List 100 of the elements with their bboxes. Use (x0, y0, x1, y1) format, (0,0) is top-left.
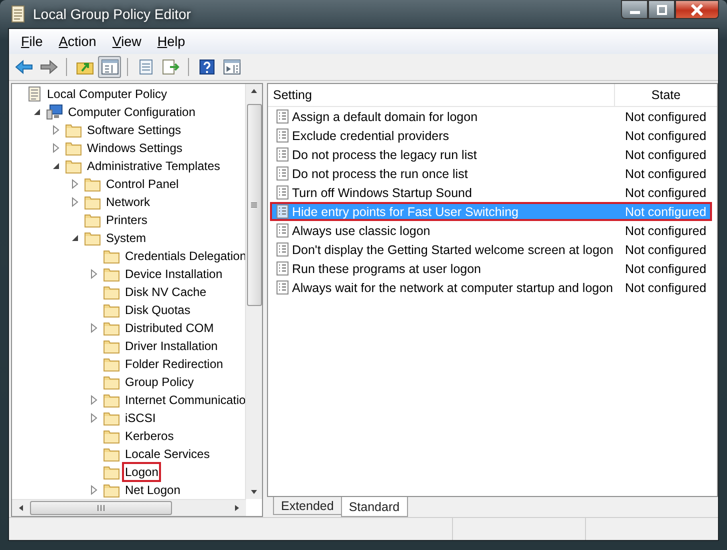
tree-item[interactable]: Disk Quotas (122, 300, 194, 320)
policy-row[interactable]: Always use classic logon Not configured (270, 221, 712, 240)
tree-item[interactable]: iSCSI (122, 408, 159, 428)
menu-item[interactable]: Action (50, 32, 104, 51)
setting-state: Not configured (624, 224, 708, 238)
collapsed-arrow-icon[interactable] (90, 323, 98, 333)
setting-name: Assign a default domain for logon (292, 110, 478, 124)
collapsed-arrow-icon[interactable] (90, 413, 98, 423)
folder-icon (103, 284, 120, 300)
policy-row[interactable]: Do not process the run once list Not configured (270, 164, 712, 183)
tree-toolbar-button[interactable] (98, 56, 121, 78)
view-tab[interactable]: Standard (340, 497, 408, 517)
setting-state: Not configured (624, 262, 708, 276)
grip-icon (97, 505, 105, 511)
policy-row[interactable]: Assign a default domain for logon Not configured (270, 107, 712, 126)
folder-icon (84, 194, 101, 210)
setting-name: Hide entry points for Fast User Switching (292, 204, 518, 218)
setting-state: Not configured (624, 204, 708, 218)
column-header[interactable]: Setting (268, 84, 615, 106)
folder-icon (65, 122, 82, 138)
folder-icon (103, 338, 120, 354)
collapsed-arrow-icon[interactable] (52, 143, 60, 153)
policy-row[interactable]: Exclude credential providers Not configured (270, 126, 712, 145)
setting-state: Not configured (624, 148, 708, 162)
setting-name: Always use classic logon (292, 224, 430, 238)
setting-icon (276, 261, 289, 276)
tree-item[interactable]: Control Panel (103, 174, 182, 194)
column-header[interactable]: State (615, 84, 717, 106)
policy-row[interactable]: Run these programs at user logon Not configured (270, 259, 712, 278)
policy-row[interactable]: Always wait for the network at computer startup and logon Not configured (270, 278, 712, 297)
menu-item[interactable]: View (104, 32, 150, 51)
setting-name: Don't display the Getting Started welcome screen at logon (292, 242, 614, 256)
tree-item[interactable]: Kerberos (122, 426, 177, 446)
setting-name: Turn off Windows Startup Sound (292, 186, 472, 200)
setting-icon (276, 223, 289, 238)
tree-item[interactable]: Logon (122, 462, 162, 482)
setting-state: Not configured (624, 110, 708, 124)
tree-item[interactable]: Computer Configuration (65, 102, 198, 122)
collapsed-arrow-icon[interactable] (90, 485, 98, 495)
close-button[interactable] (675, 0, 719, 19)
policy-row[interactable]: Don't display the Getting Started welcome screen at logon Not configured (270, 240, 712, 259)
folder-icon (103, 320, 120, 336)
collapsed-arrow-icon[interactable] (52, 125, 60, 135)
setting-name: Do not process the run once list (292, 166, 468, 180)
tree-item[interactable]: Windows Settings (84, 138, 186, 158)
tree-item[interactable]: Driver Installation (122, 336, 221, 356)
view-tab[interactable]: Extended (273, 497, 342, 515)
window-title: Local Group Policy Editor (33, 6, 191, 22)
folder-icon (65, 158, 82, 174)
setting-icon (276, 166, 289, 181)
tree-item[interactable]: Internet Communicatio (122, 390, 245, 410)
scroll-up-icon[interactable] (250, 88, 258, 94)
minimize-icon (630, 11, 640, 14)
app-icon (10, 5, 26, 23)
policy-icon (27, 86, 42, 102)
scroll-thumb[interactable] (246, 104, 262, 306)
scroll-down-icon[interactable] (250, 489, 258, 495)
tree-item[interactable]: Distributed COM (122, 318, 217, 338)
menu-item[interactable]: Help (149, 32, 194, 51)
tree-item[interactable]: Net Logon (122, 480, 184, 499)
collapsed-arrow-icon[interactable] (90, 395, 98, 405)
tree-item[interactable]: Administrative Templates (84, 156, 224, 176)
tree-item[interactable]: Disk NV Cache (122, 282, 210, 302)
tree-item[interactable]: Local Computer Policy (44, 84, 170, 104)
tree-item[interactable]: Printers (103, 210, 150, 230)
setting-name: Do not process the legacy run list (292, 148, 477, 162)
setting-state: Not configured (624, 186, 708, 200)
policy-row[interactable]: Turn off Windows Startup Sound Not configured (270, 183, 712, 202)
computer-icon (46, 104, 63, 120)
scroll-thumb[interactable] (30, 501, 172, 515)
setting-name: Always wait for the network at computer startup and logon (292, 280, 613, 294)
collapsed-arrow-icon[interactable] (71, 197, 79, 207)
maximize-button[interactable] (648, 0, 675, 19)
tree-item[interactable]: Folder Redirection (122, 354, 226, 374)
scroll-right-icon[interactable] (234, 504, 240, 512)
tree-item[interactable]: Network (103, 192, 154, 212)
expanded-arrow-icon[interactable] (33, 108, 41, 116)
minimize-button[interactable] (621, 0, 648, 19)
expanded-arrow-icon[interactable] (52, 162, 60, 170)
setting-icon (276, 204, 289, 219)
setting-state: Not configured (624, 280, 708, 294)
folder-icon (103, 410, 120, 426)
setting-icon (276, 242, 289, 257)
policy-row[interactable]: Do not process the legacy run list Not configured (270, 145, 712, 164)
collapsed-arrow-icon[interactable] (90, 269, 98, 279)
tree-item[interactable]: Device Installation (122, 264, 226, 284)
folder-icon (103, 248, 120, 264)
expanded-arrow-icon[interactable] (71, 234, 79, 242)
tree-item[interactable]: System (103, 228, 150, 248)
tree-item[interactable]: Locale Services (122, 444, 213, 464)
folder-icon (103, 446, 120, 462)
tree-item[interactable]: Group Policy (122, 372, 197, 392)
collapsed-arrow-icon[interactable] (71, 179, 79, 189)
scroll-left-icon[interactable] (18, 504, 24, 512)
vertical-scrollbar[interactable] (245, 84, 262, 499)
menu-item[interactable]: File (13, 32, 51, 51)
setting-state: Not configured (624, 166, 708, 180)
tree-item[interactable]: Software Settings (84, 120, 184, 140)
maximize-icon (656, 4, 668, 14)
horizontal-scrollbar[interactable] (12, 499, 246, 516)
